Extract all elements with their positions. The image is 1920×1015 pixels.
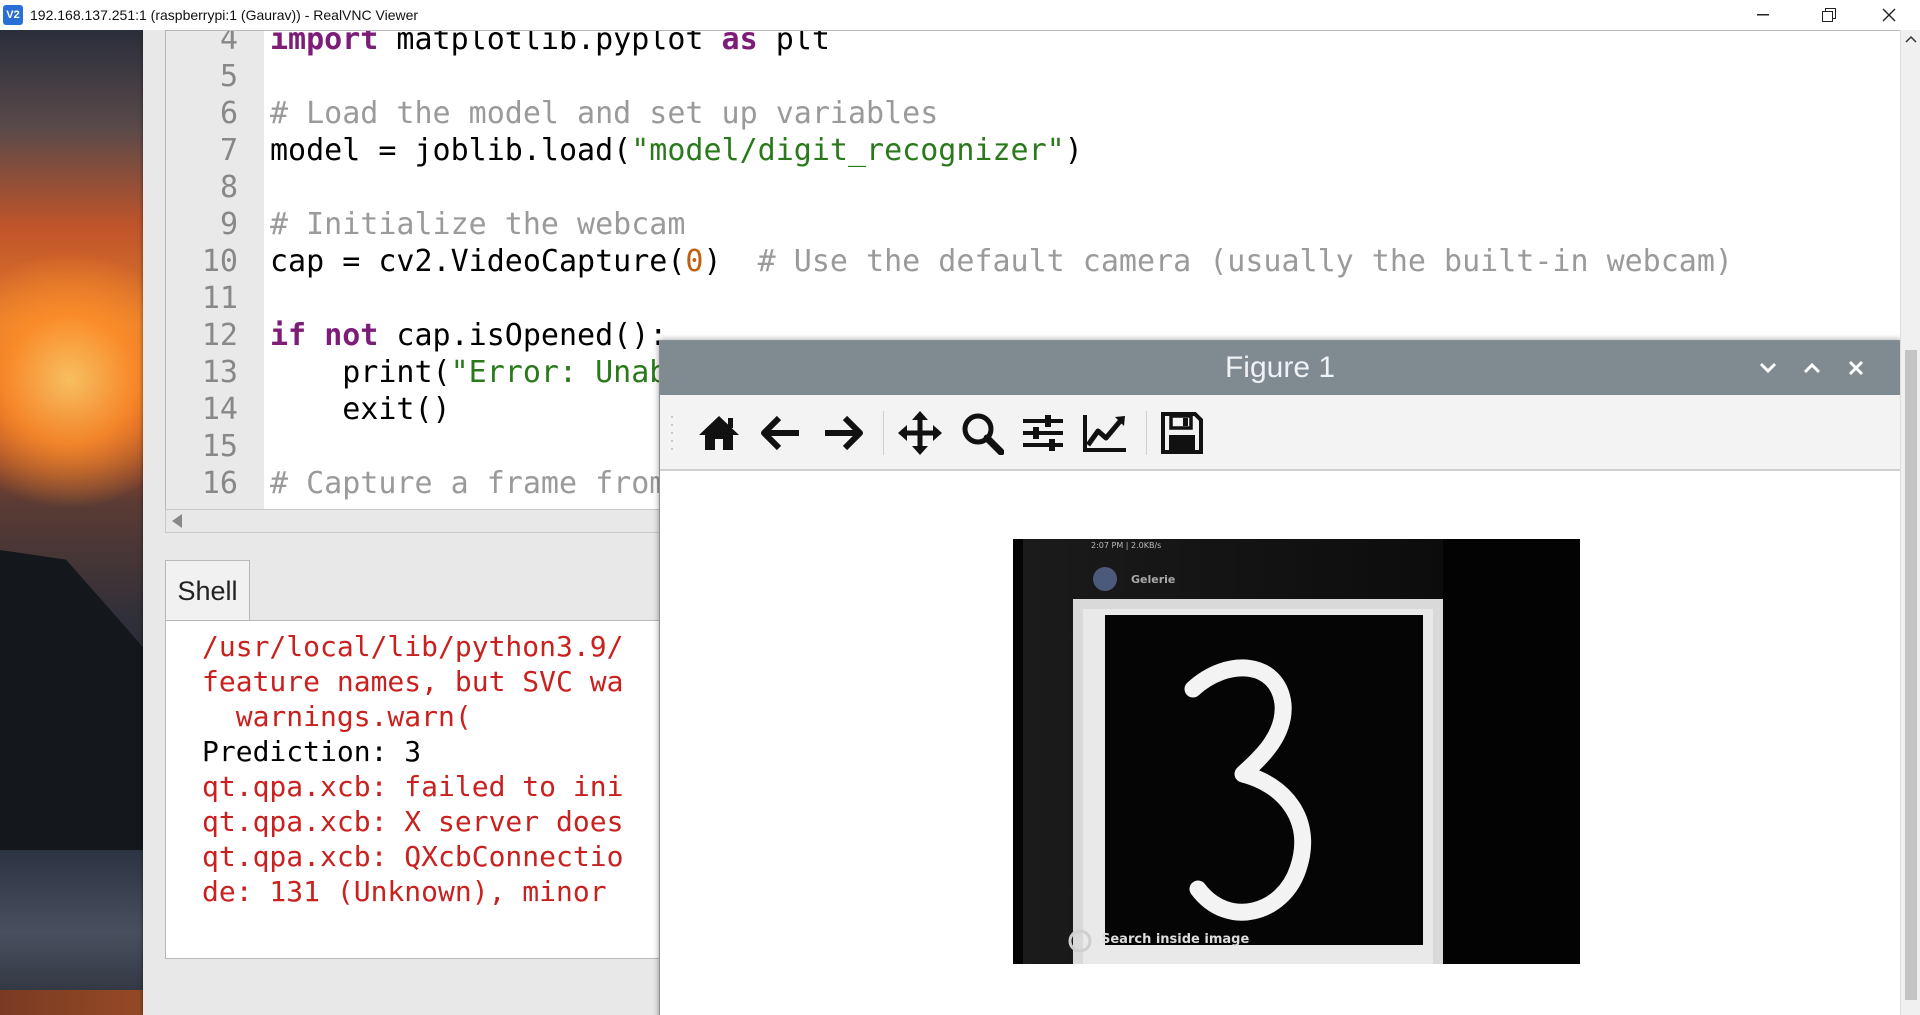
configure-subplots-button[interactable] <box>1019 409 1067 457</box>
code-line: cap = cv2.VideoCapture(0) # Use the defa… <box>270 243 1733 280</box>
close-button[interactable] <box>1866 0 1912 30</box>
chevron-up-icon <box>1803 362 1821 374</box>
restore-icon <box>1822 8 1836 22</box>
line-number: 11 <box>201 281 238 316</box>
pan-button[interactable] <box>896 409 944 457</box>
line-number: 6 <box>219 96 238 131</box>
figure-title: Figure 1 <box>1224 351 1336 384</box>
vnc-title-bar: V2 192.168.137.251:1 (raspberrypi:1 (Gau… <box>0 0 1920 30</box>
configure-subplots-icon <box>1023 415 1063 451</box>
figure-close-button[interactable] <box>1840 352 1872 384</box>
line-number: 8 <box>219 170 238 205</box>
toolbar-separator <box>883 411 884 455</box>
line-number: 7 <box>219 133 238 168</box>
shell-line: qt.qpa.xcb: QXcbConnectio <box>202 840 624 873</box>
edit-axes-button[interactable] <box>1081 409 1129 457</box>
code-line: if not cap.isOpened(): <box>270 317 667 354</box>
zoom-icon <box>962 413 1004 455</box>
code-token: import <box>270 30 379 57</box>
minimize-button[interactable] <box>1740 0 1786 30</box>
zoom-button[interactable] <box>958 409 1006 457</box>
code-line: # Initialize the webcam <box>270 206 685 243</box>
figure-window: Figure 1 2:07 PM | 2.0KB/s Gelerie Searc… <box>659 340 1901 1015</box>
realvnc-app-icon: V2 <box>3 5 23 25</box>
line-number: 16 <box>201 466 238 501</box>
code-token: matplotlib.pyplot <box>378 30 722 57</box>
phone-screen-photo <box>1013 539 1580 964</box>
edit-axes-icon <box>1083 415 1126 452</box>
figure-title-bar: Figure 1 <box>660 341 1900 395</box>
shell-line: qt.qpa.xcb: X server does <box>202 805 624 838</box>
back-arrow-icon <box>761 415 799 451</box>
lens-search-label: Search inside image <box>1101 932 1250 947</box>
code-token: cap.isOpened(): <box>378 318 668 353</box>
restore-button[interactable] <box>1806 0 1852 30</box>
line-number-gutter: 4 5 6 7 8 9 10 11 12 13 14 15 16 <box>166 31 264 509</box>
figure-minimize-button[interactable] <box>1752 352 1784 384</box>
line-number: 13 <box>201 355 238 390</box>
toolbar-grip-icon <box>671 416 673 450</box>
line-number: 5 <box>219 59 238 94</box>
figure-canvas[interactable]: 2:07 PM | 2.0KB/s Gelerie Search inside … <box>660 471 1900 1015</box>
toolbar-separator <box>1146 411 1147 455</box>
code-line: exit() <box>270 391 451 428</box>
line-number: 9 <box>219 207 238 242</box>
figure-toolbar <box>660 395 1900 471</box>
code-token: ) <box>1064 133 1083 168</box>
code-token: # Load the model and set up variables <box>270 96 939 131</box>
desktop-wallpaper: 4 5 6 7 8 9 10 11 12 13 14 15 16 import matplotlib.p… <box>0 30 1920 1015</box>
code-token: if <box>270 318 307 353</box>
code-token: 0 <box>685 244 704 279</box>
code-token: as <box>721 30 758 57</box>
scroll-left-arrow-icon[interactable] <box>172 514 182 528</box>
line-number: 14 <box>201 392 238 427</box>
close-icon <box>1882 8 1896 22</box>
forward-arrow-icon <box>825 415 863 451</box>
phone-app-label: Gelerie <box>1131 573 1176 586</box>
code-token: exit() <box>270 392 451 427</box>
shell-line: warnings.warn( <box>202 700 472 733</box>
chevron-down-icon <box>1759 362 1777 374</box>
save-button[interactable] <box>1158 409 1206 457</box>
code-token: ) <box>703 244 758 279</box>
code-line: # Load the model and set up variables <box>270 95 938 132</box>
save-icon <box>1161 412 1203 454</box>
line-number: 12 <box>201 318 238 353</box>
code-token: cap = cv2.VideoCapture( <box>270 244 686 279</box>
forward-button[interactable] <box>819 409 867 457</box>
app-icon-text: V2 <box>6 9 20 21</box>
code-token: model = joblib.load( <box>270 133 632 168</box>
code-token: # Use the default camera (usually the bu… <box>757 244 1733 279</box>
window-title: 192.168.137.251:1 (raspberrypi:1 (Gaurav… <box>30 7 419 23</box>
tab-shell[interactable]: Shell <box>165 560 250 621</box>
code-token: not <box>324 318 379 353</box>
vnc-vertical-scrollbar[interactable] <box>1900 30 1920 1015</box>
phone-status-text: 2:07 PM | 2.0KB/s <box>1091 541 1162 550</box>
home-icon <box>699 416 739 450</box>
scroll-up-arrow-icon[interactable] <box>1905 35 1917 43</box>
shell-line: Prediction: 3 <box>202 735 422 768</box>
code-token: # Initialize the webcam <box>270 207 686 242</box>
shell-line: de: 131 (Unknown), minor <box>202 875 624 908</box>
pan-icon <box>898 411 942 455</box>
line-number: 4 <box>219 30 238 57</box>
back-button[interactable] <box>757 409 805 457</box>
code-token: print( <box>270 355 451 390</box>
shell-line: /usr/local/lib/python3.9/ <box>202 630 624 663</box>
scrollbar-thumb[interactable] <box>1905 350 1917 1000</box>
code-line: model = joblib.load("model/digit_recogni… <box>270 132 1083 169</box>
webcam-frame-image: 2:07 PM | 2.0KB/s Gelerie Search inside … <box>1013 539 1580 964</box>
shell-line: feature names, but SVC wa <box>202 665 624 698</box>
line-number: 15 <box>201 429 238 464</box>
code-token: plt <box>757 30 830 57</box>
home-button[interactable] <box>695 409 743 457</box>
code-line: import matplotlib.pyplot as plt <box>270 30 830 58</box>
line-number: 10 <box>201 244 238 279</box>
shell-line: qt.qpa.xcb: failed to ini <box>202 770 624 803</box>
figure-maximize-button[interactable] <box>1796 352 1828 384</box>
code-token: "model/digit_recognizer" <box>631 133 1065 168</box>
minimize-icon <box>1757 14 1769 16</box>
close-icon <box>1848 360 1864 376</box>
